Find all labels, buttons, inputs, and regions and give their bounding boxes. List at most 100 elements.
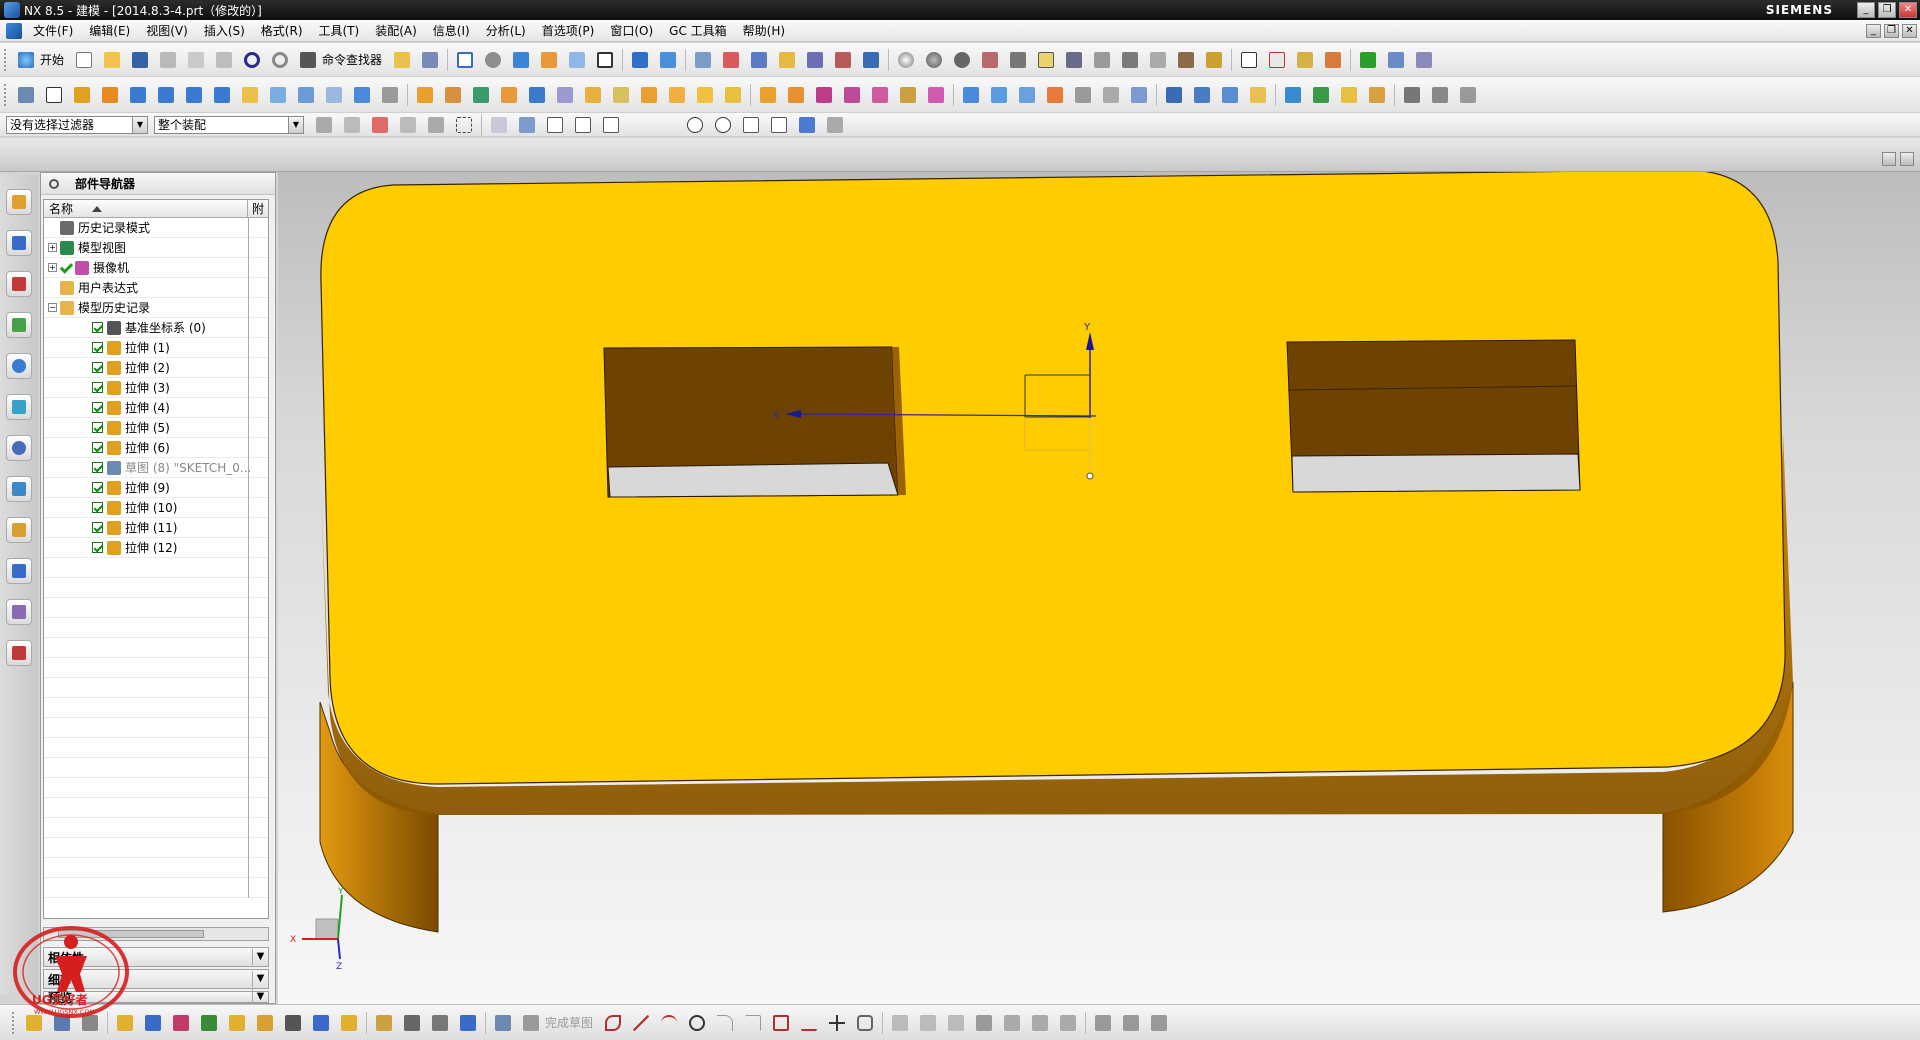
visibility-checkbox[interactable]	[92, 322, 103, 333]
sheet-metal-icon[interactable]	[1282, 84, 1304, 106]
reuse-library-icon[interactable]	[6, 312, 32, 338]
history-icon[interactable]	[6, 394, 32, 420]
pattern-curve-icon[interactable]	[1148, 1012, 1170, 1034]
finish-sketch-icon[interactable]	[520, 1012, 542, 1034]
rotate-view-icon[interactable]	[482, 49, 504, 71]
edit-parameters-icon[interactable]	[1429, 84, 1451, 106]
revolve-icon[interactable]	[99, 84, 121, 106]
hammer-icon[interactable]	[401, 1012, 423, 1034]
snap-line-icon[interactable]	[600, 114, 622, 136]
datum-plane-icon[interactable]	[43, 84, 65, 106]
command-finder-button[interactable]: 命令查找器	[322, 51, 382, 68]
surface-mesh-icon[interactable]	[988, 84, 1010, 106]
unite-icon[interactable]	[414, 84, 436, 106]
tools-icon[interactable]	[1203, 49, 1225, 71]
sew-icon[interactable]	[1100, 84, 1122, 106]
undo-icon[interactable]	[241, 49, 263, 71]
redo-icon[interactable]	[269, 49, 291, 71]
rollback-icon[interactable]	[1457, 84, 1479, 106]
point-sketch-icon[interactable]	[826, 1012, 848, 1034]
part-navigator-icon[interactable]	[6, 271, 32, 297]
visibility-checkbox[interactable]	[92, 342, 103, 353]
make-corner-icon[interactable]	[945, 1012, 967, 1034]
shell-icon[interactable]	[610, 84, 632, 106]
menu-information[interactable]: 信息(I)	[425, 21, 478, 41]
visibility-checkbox[interactable]	[92, 362, 103, 373]
weld-icon[interactable]	[1366, 84, 1388, 106]
menu-help[interactable]: 帮助(H)	[735, 21, 793, 41]
tree-row[interactable]: + 摄像机	[44, 258, 268, 278]
smooth-shade-icon[interactable]	[923, 49, 945, 71]
project-curve-icon[interactable]	[1219, 84, 1241, 106]
sync-move-face-icon[interactable]	[757, 84, 779, 106]
snap-midpoint-icon[interactable]	[572, 114, 594, 136]
chevron-down-icon[interactable]: ▼	[252, 971, 268, 987]
line-icon[interactable]	[630, 1012, 652, 1034]
flat-shade-icon[interactable]	[951, 49, 973, 71]
patch-icon[interactable]	[1128, 84, 1150, 106]
datum-csys-icon[interactable]	[170, 1012, 192, 1034]
tree-row[interactable]: 历史记录模式	[44, 218, 268, 238]
datum-axis-icon[interactable]	[142, 1012, 164, 1034]
sync-delete-icon[interactable]	[897, 84, 919, 106]
fillet-icon[interactable]	[714, 1012, 736, 1034]
attachments-column-header[interactable]: 附	[248, 200, 264, 217]
toolbar-grip[interactable]	[4, 83, 8, 106]
menu-window[interactable]: 窗口(O)	[602, 21, 661, 41]
plane-icon[interactable]	[198, 1012, 220, 1034]
doc-restore-button[interactable]: ❐	[1884, 23, 1899, 38]
sync-offset-icon[interactable]	[813, 84, 835, 106]
feature-select-icon[interactable]	[341, 114, 363, 136]
snap-quadrant-icon[interactable]	[712, 114, 734, 136]
part-list-icon[interactable]	[1385, 49, 1407, 71]
layer-icon[interactable]	[419, 49, 441, 71]
measure-distance-icon[interactable]	[804, 49, 826, 71]
visibility-checkbox[interactable]	[92, 442, 103, 453]
tree-row[interactable]: 拉伸 (5)	[44, 418, 268, 438]
split-body-icon[interactable]	[526, 84, 548, 106]
visibility-checkbox[interactable]	[92, 402, 103, 413]
offset-curve-icon[interactable]	[1191, 84, 1213, 106]
copy-icon[interactable]	[185, 49, 207, 71]
menu-analysis[interactable]: 分析(L)	[478, 21, 534, 41]
doc-close-button[interactable]: ✕	[1902, 23, 1917, 38]
minimize-button[interactable]: _	[1857, 2, 1875, 18]
restore-button[interactable]: ❐	[1878, 2, 1896, 18]
process-studio-icon[interactable]	[6, 517, 32, 543]
boss-icon[interactable]	[267, 84, 289, 106]
cut-icon[interactable]	[157, 49, 179, 71]
offset-icon[interactable]	[457, 1012, 479, 1034]
save-icon[interactable]	[129, 49, 151, 71]
circle-icon[interactable]	[686, 1012, 708, 1034]
model-view[interactable]: Y X Y X Z	[278, 172, 1920, 1004]
rectangle-select-icon[interactable]	[453, 114, 475, 136]
flange-icon[interactable]	[1310, 84, 1332, 106]
select-all-icon[interactable]	[488, 114, 510, 136]
transform-icon[interactable]	[254, 1012, 276, 1034]
table-icon[interactable]	[1266, 49, 1288, 71]
polygon-icon[interactable]	[854, 1012, 876, 1034]
web-browser-icon[interactable]	[6, 353, 32, 379]
subtract-icon[interactable]	[442, 84, 464, 106]
n-sided-surface-icon[interactable]	[1044, 84, 1066, 106]
auto-dimension-icon[interactable]	[1057, 1012, 1079, 1034]
snap-face-icon[interactable]	[796, 114, 818, 136]
sync-pull-face-icon[interactable]	[785, 84, 807, 106]
intersect-curve-icon[interactable]	[1247, 84, 1269, 106]
slot-icon[interactable]	[379, 84, 401, 106]
layer-settings-icon[interactable]	[1119, 49, 1141, 71]
geometric-constraints-icon[interactable]	[1001, 1012, 1023, 1034]
menu-gc-toolkits[interactable]: GC 工具箱	[661, 21, 735, 41]
tree-row[interactable]: + 模型视图	[44, 238, 268, 258]
name-column-header[interactable]: 名称	[44, 200, 248, 217]
show-icon[interactable]	[1035, 49, 1057, 71]
draft-icon[interactable]	[694, 84, 716, 106]
select-body-icon[interactable]	[397, 114, 419, 136]
material-icon[interactable]	[979, 49, 1001, 71]
selection-scope-select[interactable]: 整个装配 ▼	[154, 115, 304, 134]
shaded-view-icon[interactable]	[510, 49, 532, 71]
manufacturing-wizards-icon[interactable]	[6, 558, 32, 584]
thicken-icon[interactable]	[722, 84, 744, 106]
graphics-window[interactable]: Y X Y X Z	[278, 172, 1920, 1004]
studio-spline-icon[interactable]	[798, 1012, 820, 1034]
